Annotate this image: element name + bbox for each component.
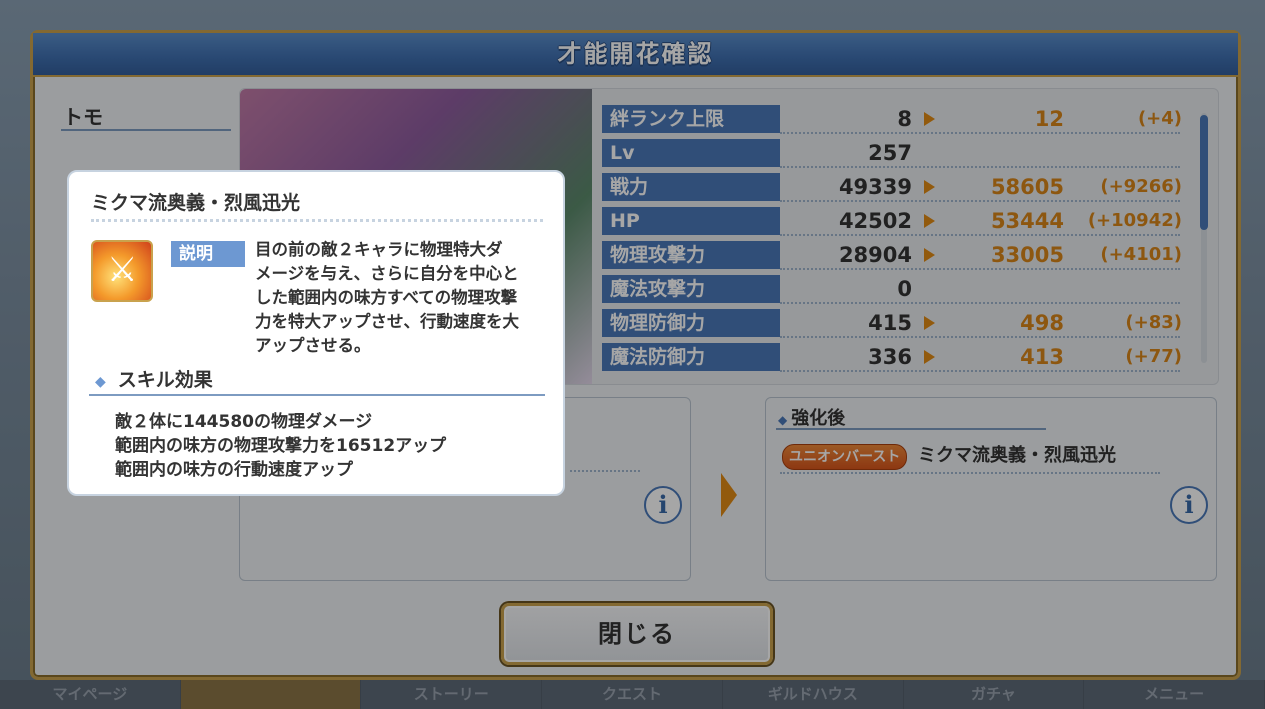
effect-list: 敵２体に144580の物理ダメージ 範囲内の味方の物理攻撃力を16512アップ …	[115, 410, 446, 482]
heading-underline	[89, 394, 545, 396]
sword-icon: ⚔	[107, 250, 138, 290]
description-line: 力を特大アップさせ、行動速度を大	[255, 312, 519, 331]
diamond-icon: ◆	[95, 374, 106, 390]
effect-item: 範囲内の味方の物理攻撃力を16512アップ	[115, 436, 447, 456]
effect-item: 敵２体に144580の物理ダメージ	[115, 412, 373, 432]
effect-title: スキル効果	[117, 369, 213, 391]
description-tag: 説明	[171, 241, 245, 267]
skill-detail-popup: ミクマ流奥義・烈風迅光 ⚔ 説明 目の前の敵２キャラに物理特大ダ メージを与え、…	[67, 170, 565, 496]
title-divider	[91, 219, 543, 222]
description-line: アップさせる。	[255, 336, 371, 355]
effect-item: 範囲内の味方の行動速度アップ	[115, 460, 353, 480]
effect-heading: ◆ スキル効果	[95, 365, 213, 392]
popup-title: ミクマ流奥義・烈風迅光	[91, 192, 301, 214]
skill-icon: ⚔	[91, 240, 153, 302]
description-text: 目の前の敵２キャラに物理特大ダ メージを与え、さらに自分を中心と した範囲内の味…	[255, 238, 545, 358]
description-line: メージを与え、さらに自分を中心と	[255, 264, 519, 283]
description-line: 目の前の敵２キャラに物理特大ダ	[255, 240, 503, 259]
description-line: した範囲内の味方すべての物理攻撃	[255, 288, 518, 307]
